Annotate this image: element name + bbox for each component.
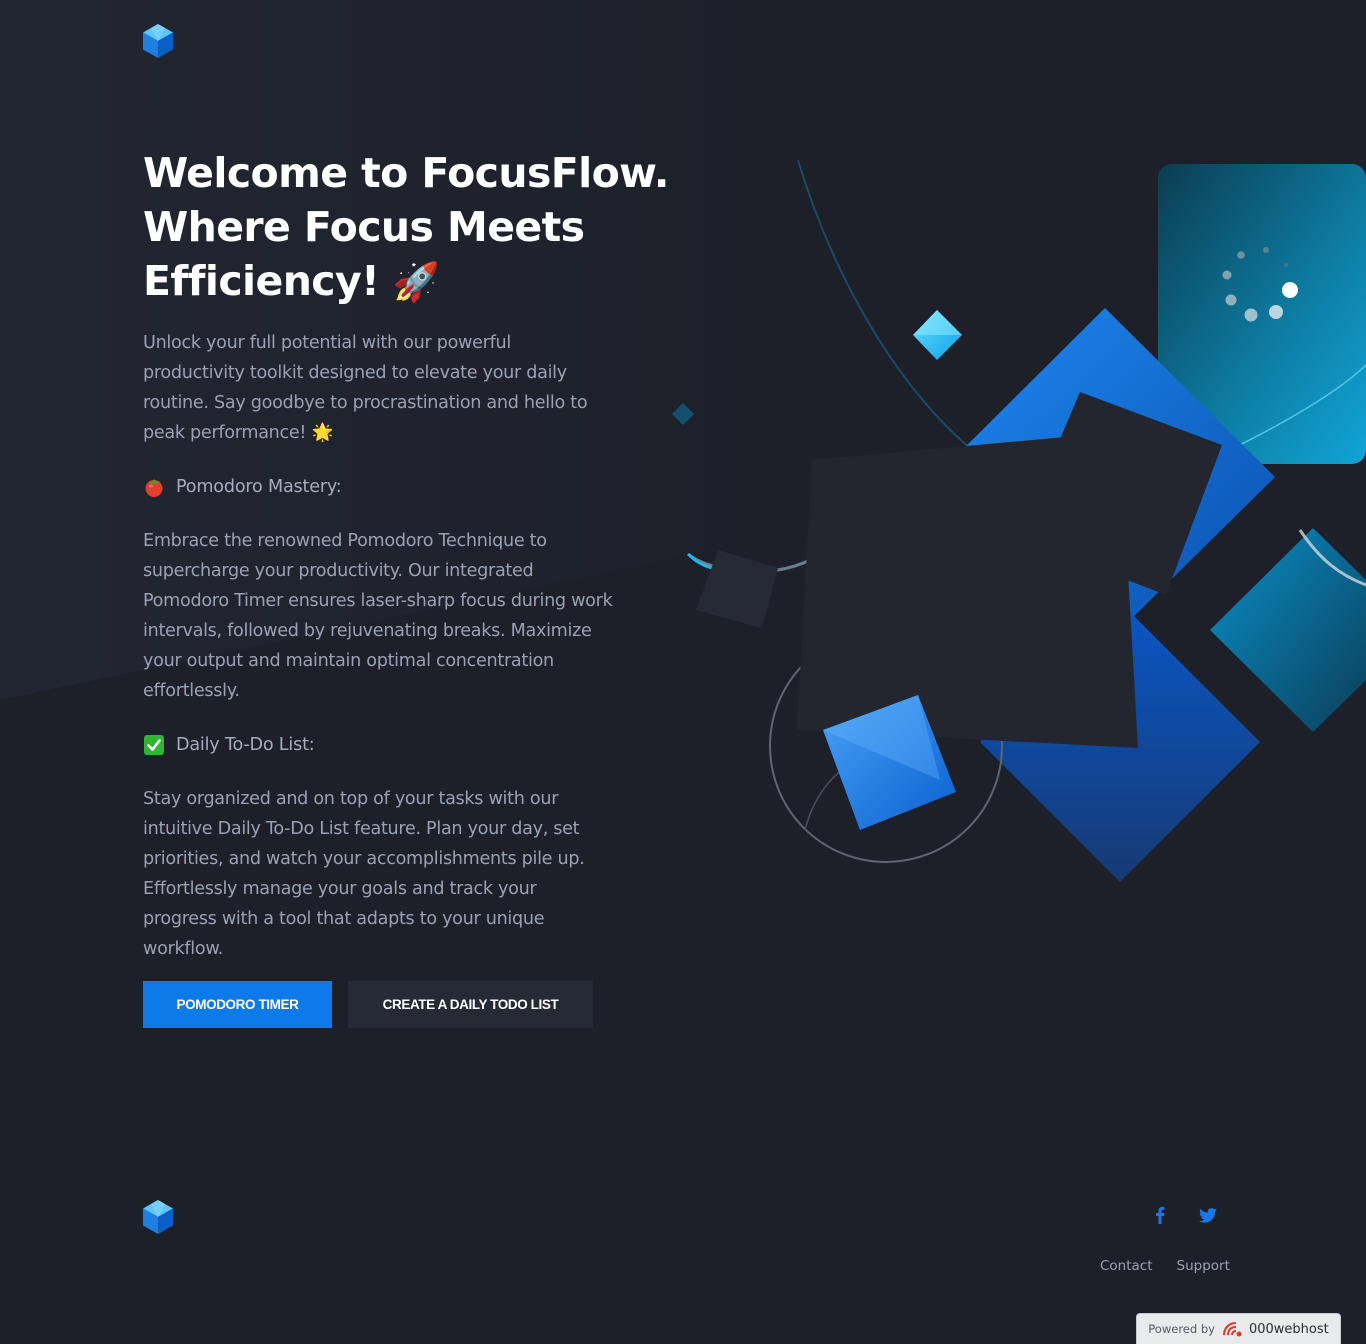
intro-text: Unlock your full potential with our powe… [143,333,588,443]
feature-todo-title: Daily To-Do List: [176,735,315,755]
footer-logo[interactable] [143,1200,173,1234]
pomodoro-timer-button[interactable]: POMODORO TIMER [143,981,332,1028]
feature-pomodoro-heading: Pomodoro Mastery: [143,472,633,502]
footer-link-contact[interactable]: Contact [1100,1258,1153,1274]
social-links [1150,1205,1218,1225]
cta-buttons: POMODORO TIMER CREATE A DAILY TODO LIST [143,981,593,1028]
webhost-logo-icon [1221,1320,1243,1338]
footer-link-support[interactable]: Support [1177,1258,1230,1274]
title-line-2: Where Focus Meets [143,203,585,251]
twitter-icon[interactable] [1198,1205,1218,1225]
feature-pomodoro-title: Pomodoro Mastery: [176,477,342,497]
hero-illustration [672,159,1366,882]
feature-pomodoro-body: Embrace the renowned Pomodoro Technique … [143,531,613,701]
powered-by-label: Powered by [1148,1322,1215,1336]
title-line-1: Welcome to FocusFlow. [143,149,669,197]
page-title: Welcome to FocusFlow. Where Focus Meets … [143,146,669,309]
check-mark-icon [143,734,165,756]
feature-todo-body: Stay organized and on top of your tasks … [143,789,585,959]
powered-by-brand: 000webhost [1248,1321,1329,1337]
facebook-icon[interactable] [1150,1205,1170,1225]
hero-section: Welcome to FocusFlow. Where Focus Meets … [143,146,669,964]
powered-by-badge[interactable]: Powered by 000webhost [1136,1313,1341,1344]
footer-nav: Contact Support [1100,1258,1230,1274]
rocket-icon: 🚀 [392,260,440,304]
create-todo-list-button[interactable]: CREATE A DAILY TODO LIST [348,981,593,1028]
title-line-3: Efficiency! [143,257,380,305]
feature-todo-heading: Daily To-Do List: [143,730,633,760]
brand-logo[interactable] [143,24,173,58]
tomato-icon [143,476,165,498]
